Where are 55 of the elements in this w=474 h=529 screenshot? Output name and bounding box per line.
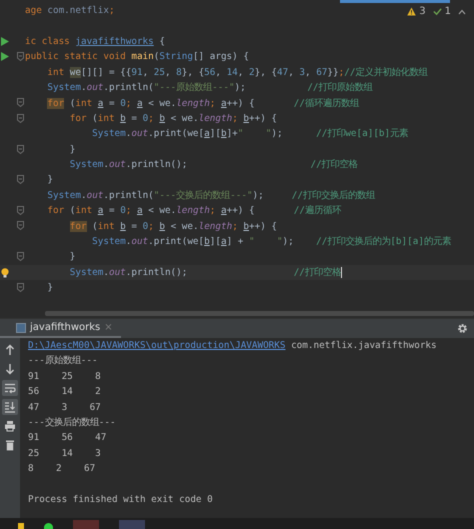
fold-icon[interactable] [17,98,24,108]
soft-wrap-icon[interactable] [2,380,18,396]
fold-icon[interactable] [17,283,24,292]
code-line: for (int a = 0; a < we.length; a++) { //遍历循环 [46,204,341,218]
lightbulb-icon[interactable] [1,268,9,278]
fold-icon[interactable] [17,221,24,230]
code-line: int we[][] = {{91, 25, 8}, {56, 14, 2}, {47, 3, 67}};//定义并初始化数组 [46,66,428,80]
run-icon[interactable] [1,52,9,62]
console-output-line: 8 2 67 [28,462,96,476]
printer-icon[interactable] [2,418,18,434]
fold-icon[interactable] [17,144,24,154]
console-output-line: 25 14 3 [28,446,102,461]
fold-icon[interactable] [17,252,24,262]
code-line: ic class javafifthworks { [25,34,165,49]
weak-warning-count[interactable]: 1 [444,6,451,17]
console-output-line: 47 3 67 [28,400,102,415]
code-editor[interactable] [0,0,474,318]
code-line: } [46,173,53,188]
fold-icon[interactable] [17,52,24,62]
scroll-to-end-icon[interactable] [2,399,18,415]
console-command-line: D:\JAescM00\JAVAWORKS\out\production\JAVAWORKS com.netflix.javafifthworks [28,339,437,353]
code-line: for (int b = 0; b < we.length; b++) { [68,112,277,126]
warning-icon [407,7,416,16]
code-line: System.out.println("---交换后的数组---"); //打印交换后的数组 [46,188,375,203]
console-icon [16,322,26,332]
horizontal-scrollbar[interactable] [45,311,474,316]
console-output-line: ---交换后的数组--- [28,416,117,430]
warning-count[interactable]: 3 [419,6,426,17]
fold-icon[interactable] [17,114,24,123]
code-line: } [46,281,53,296]
console-tab-title: javafifthworks [30,322,100,333]
code-line: System.out.println(); //打印空格 [68,158,358,172]
console-output-line: 91 25 8 [28,370,102,384]
check-icon [432,7,442,16]
console-output-line: 56 14 2 [28,385,102,400]
code-line: for (int b = 0; b < we.length; b++) { [68,220,277,234]
code-line: System.out.println("---原始数组---"); //打印原始数组 [46,81,373,96]
code-line: for (int a = 0; a < we.length; a++) { //循环遍历数组 [46,96,359,111]
caret-icon[interactable] [458,8,466,14]
code-line: System.out.print(we[b][a] + " "); //打印交换后的为[b][a]的元素 [91,235,451,250]
code-line: } [68,250,76,264]
fold-icon[interactable] [17,206,24,216]
code-line: System.out.print(we[a][b]+" "); //打印we[a][b]元素 [91,127,408,142]
code-line: System.out.println(); //打印空格 [68,266,342,280]
code-line: public static void main(String[] args) { [25,50,249,64]
fold-icon[interactable] [17,175,24,184]
console-output-line: 91 56 47 [28,431,108,446]
taskbar-icon[interactable] [44,523,53,529]
settings-icon[interactable] [457,323,468,334]
console-tab[interactable]: javafifthworks × [0,319,121,338]
console-output-line: ---原始数组--- [28,354,99,368]
run-icon[interactable] [1,36,9,46]
code-line: age com.netflix; [25,4,115,18]
exit-message: Process finished with exit code 0 [28,492,214,507]
code-line: } [68,142,76,157]
